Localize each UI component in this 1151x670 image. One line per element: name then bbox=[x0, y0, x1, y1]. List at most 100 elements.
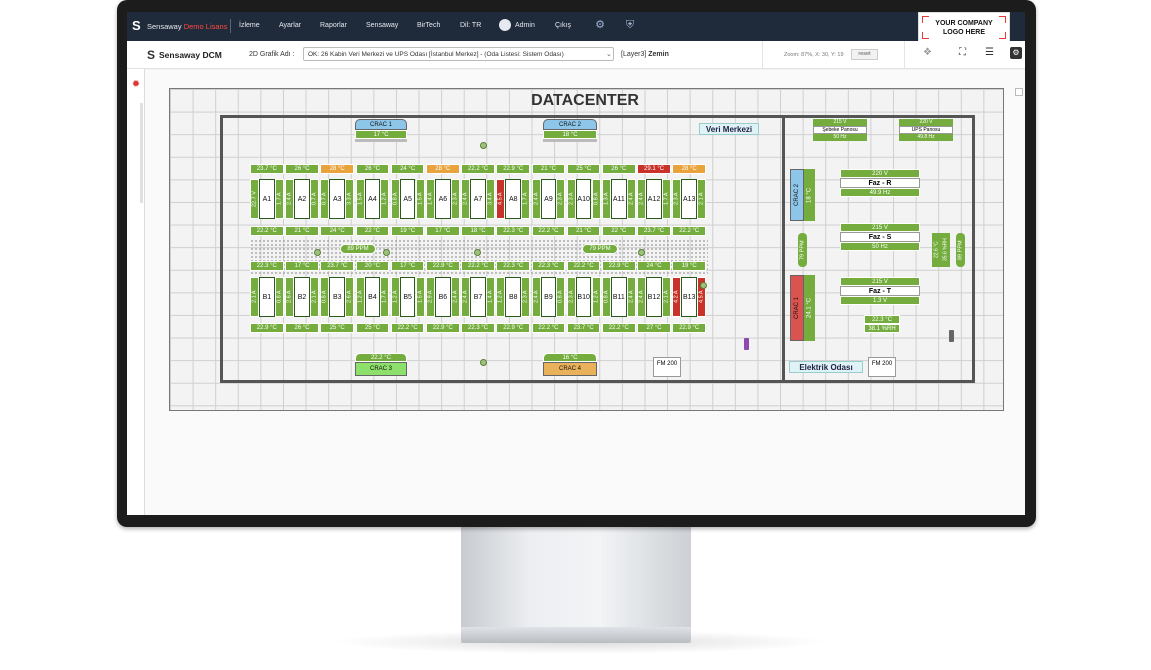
nav-ayarlar[interactable]: Ayarlar bbox=[279, 22, 301, 29]
cabinet-B9[interactable]: B9 bbox=[540, 277, 557, 317]
nav-admin[interactable]: Admin bbox=[515, 22, 535, 29]
row-b-top-temp-4: 20 °C bbox=[355, 261, 390, 271]
floor-map[interactable]: DATACENTER Veri Merkezi Elektrik Odası CRAC… bbox=[169, 88, 1004, 411]
crac-2-top-name[interactable]: CRAC 2 bbox=[543, 119, 597, 130]
fullscreen-icon[interactable]: ⛶ bbox=[959, 47, 966, 58]
cabinet-A4[interactable]: A4 bbox=[364, 179, 381, 219]
cabinet-A3-right-reading: 3.3 A bbox=[345, 179, 355, 219]
nav-izleme[interactable]: İzleme bbox=[239, 22, 260, 29]
cabinet-A2[interactable]: A2 bbox=[294, 179, 310, 219]
nav-birtech[interactable]: BirTech bbox=[417, 22, 440, 29]
panel-0-name[interactable]: Şebeke Panosu bbox=[813, 126, 867, 134]
cabinet-A9[interactable]: A9 bbox=[540, 179, 557, 219]
panel-1-name[interactable]: UPS Panosu bbox=[899, 126, 953, 134]
panel-0-volt: 215 V bbox=[813, 119, 867, 126]
cabinet-A13-right-reading: 2.1 A bbox=[697, 179, 707, 219]
reset-zoom-button[interactable]: reset bbox=[851, 49, 878, 60]
row-b-bottom-temp-10: 23.7 °C bbox=[566, 323, 601, 333]
cabinet-B8[interactable]: B8 bbox=[505, 277, 522, 317]
cabinet-B9-right-reading: 0.8 A bbox=[556, 277, 566, 317]
phase-2-name[interactable]: Faz - T bbox=[840, 286, 920, 296]
fm200-veri[interactable]: FM 200 bbox=[653, 357, 681, 377]
cabinet-A13[interactable]: A13 bbox=[681, 179, 698, 219]
cabinet-A6-right-reading: 2.3 A bbox=[450, 179, 460, 219]
layers-icon[interactable]: ❖ bbox=[923, 47, 932, 58]
room-label-veri[interactable]: Veri Merkezi bbox=[699, 123, 759, 135]
cabinet-A5[interactable]: A5 bbox=[399, 179, 416, 219]
cabinet-A1-right-reading: 1.7 A bbox=[274, 179, 284, 219]
cabinet-A11[interactable]: A11 bbox=[611, 179, 627, 219]
sidebar-scrollbar[interactable] bbox=[140, 103, 143, 203]
cabinet-B12[interactable]: B12 bbox=[646, 277, 662, 317]
cabinet-B12-right-reading: 2.1 A bbox=[661, 277, 671, 317]
phase-0-name[interactable]: Faz - R bbox=[840, 178, 920, 188]
sensor-dot[interactable] bbox=[638, 249, 645, 256]
nav-raporlar[interactable]: Raporlar bbox=[320, 22, 347, 29]
fm200-elektrik[interactable]: FM 200 bbox=[868, 357, 896, 377]
company-logo-line1: YOUR COMPANY bbox=[935, 20, 993, 27]
sensor-dot[interactable] bbox=[383, 249, 390, 256]
list-icon[interactable]: ☰ bbox=[985, 47, 994, 58]
crac-1-top-value: 17 °C bbox=[355, 130, 407, 139]
row-a-top-temp-7: 22.2 °C bbox=[461, 164, 495, 174]
crac-1-elec[interactable]: CRAC 1 bbox=[790, 275, 804, 341]
door-sensor[interactable] bbox=[744, 338, 749, 350]
elec-temp-right: 22.6 °C bbox=[932, 233, 941, 267]
sensor-dot[interactable] bbox=[480, 142, 487, 149]
chevron-down-icon[interactable]: ⌄ bbox=[606, 50, 612, 58]
cabinet-B4[interactable]: B4 bbox=[364, 277, 381, 317]
cabinet-B7[interactable]: B7 bbox=[470, 277, 486, 317]
sensor-dot[interactable] bbox=[480, 359, 487, 366]
row-a-bottom-temp-6: 17 °C bbox=[426, 226, 460, 236]
phase-1-name[interactable]: Faz - S bbox=[840, 232, 920, 242]
room-label-elektrik[interactable]: Elektrik Odası bbox=[789, 361, 863, 373]
gear-icon[interactable]: ⚙ bbox=[594, 19, 606, 31]
alarm-icon[interactable]: ✹ bbox=[130, 79, 142, 91]
scene: S Sensaway Demo Lisans İzleme Ayarlar Ra… bbox=[0, 0, 1151, 670]
row-a-top-temp-11: 26 °C bbox=[602, 164, 636, 174]
cabinet-B3[interactable]: B3 bbox=[329, 277, 346, 317]
cabinet-B11[interactable]: B11 bbox=[611, 277, 627, 317]
cabinet-B5-right-reading: 1.5 A bbox=[415, 277, 425, 317]
nav-logout[interactable]: Çıkış bbox=[555, 22, 571, 29]
cabinet-A10[interactable]: A10 bbox=[575, 179, 592, 219]
cabinet-B1[interactable]: B1 bbox=[259, 277, 275, 317]
license-badge: Demo Lisans bbox=[183, 22, 228, 31]
canvas-scroll-handle[interactable] bbox=[1015, 88, 1023, 96]
cabinet-A12[interactable]: A12 bbox=[646, 179, 662, 219]
toolbar-divider bbox=[904, 41, 905, 69]
cabinet-A3[interactable]: A3 bbox=[329, 179, 346, 219]
crac-3-name[interactable]: CRAC 3 bbox=[355, 362, 407, 376]
cabinet-A1[interactable]: A1 bbox=[259, 179, 275, 219]
row-a-top-temp-2: 26 °C bbox=[285, 164, 319, 174]
user-avatar-icon[interactable] bbox=[499, 19, 511, 31]
nav-language[interactable]: Dil: TR bbox=[460, 22, 481, 29]
row-a-top-temp-8: 22.9 °C bbox=[496, 164, 531, 174]
cabinet-A11-left-reading: 1.3 A bbox=[602, 179, 611, 219]
nav-sensaway[interactable]: Sensaway bbox=[366, 22, 398, 29]
crac-1-top-name[interactable]: CRAC 1 bbox=[355, 119, 407, 130]
cabinet-B2[interactable]: B2 bbox=[294, 277, 310, 317]
cabinet-A8[interactable]: A8 bbox=[505, 179, 522, 219]
sensaway-logo-icon[interactable]: S bbox=[132, 18, 142, 34]
graphic-select[interactable]: OK: 26 Kabin Veri Merkezi ve UPS Odası [… bbox=[303, 47, 614, 61]
cabinet-A7-right-reading: 3.4 A bbox=[485, 179, 495, 219]
cabinet-A7[interactable]: A7 bbox=[470, 179, 486, 219]
sensor-dot[interactable] bbox=[700, 282, 707, 289]
cabinet-B13[interactable]: B13 bbox=[681, 277, 698, 317]
sensor-dot[interactable] bbox=[474, 249, 481, 256]
sensor-dot[interactable] bbox=[314, 249, 321, 256]
crac-2-top-vent bbox=[543, 139, 597, 142]
door-sensor[interactable] bbox=[949, 330, 954, 342]
cabinet-B6[interactable]: B6 bbox=[435, 277, 451, 317]
crac-4-name[interactable]: CRAC 4 bbox=[543, 362, 597, 376]
wall bbox=[782, 115, 785, 383]
security-icon[interactable]: ⛨ bbox=[624, 19, 636, 31]
phase-2-volt: 215 V bbox=[840, 277, 920, 286]
crac-2-elec[interactable]: CRAC 2 bbox=[790, 169, 804, 221]
cabinet-B5[interactable]: B5 bbox=[399, 277, 416, 317]
cabinet-B10[interactable]: B10 bbox=[575, 277, 592, 317]
cabinet-A6[interactable]: A6 bbox=[435, 179, 451, 219]
cabinet-B11-right-reading: 2.4 A bbox=[626, 277, 636, 317]
settings-panel-icon[interactable]: ⚙ bbox=[1010, 47, 1022, 59]
